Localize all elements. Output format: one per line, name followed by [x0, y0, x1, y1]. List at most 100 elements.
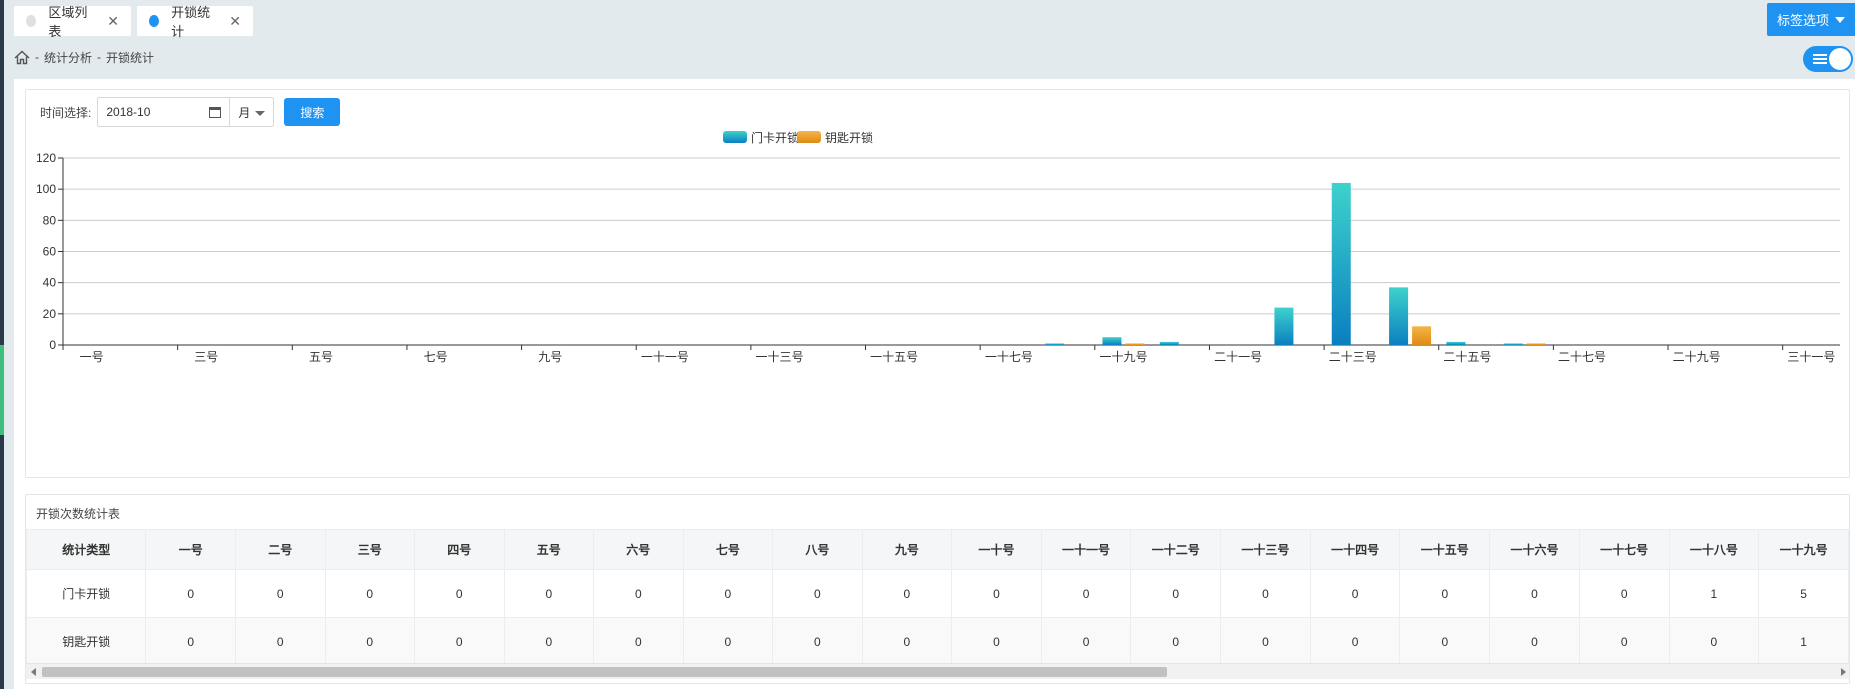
search-label: 搜索	[300, 105, 325, 120]
table-header-day: 一十号	[951, 529, 1042, 570]
x-tick-label: 二十一号	[1214, 350, 1262, 364]
stats-table-card: 开锁次数统计表 统计类型 一号 二号 三号 四号 五号 六号 七号 八号 九号 一十号 一十一号 一十…	[25, 494, 1850, 684]
date-input[interactable]: 2018-10	[97, 97, 230, 127]
x-tick-label: 二十九号	[1673, 350, 1721, 364]
time-select-label: 时间选择:	[40, 105, 92, 120]
tab-unlock-stats[interactable]: 开锁统计 ✕	[137, 5, 253, 39]
close-icon[interactable]: ✕	[107, 14, 119, 28]
date-value: 2018-10	[106, 105, 151, 119]
calendar-icon[interactable]	[209, 107, 222, 118]
table-header-day: 一十四号	[1309, 529, 1401, 570]
bar-card-26[interactable]	[1503, 343, 1523, 345]
legend-swatch[interactable]	[723, 131, 747, 143]
bar-key-19[interactable]	[1125, 343, 1145, 345]
caret-down-icon	[255, 111, 266, 116]
table-header-day: 一十六号	[1489, 529, 1580, 570]
table-header-day: 一十五号	[1399, 529, 1491, 570]
legend-label[interactable]: 门卡开锁	[751, 130, 799, 145]
x-tick-label: 五号	[309, 350, 333, 364]
tab-bar: 区域列表 ✕ 开锁统计 ✕ 标签选项	[0, 0, 1855, 40]
table-cell-value: 0	[324, 569, 416, 618]
y-tick-label: 40	[43, 276, 57, 290]
table-header-day: 一十二号	[1130, 529, 1222, 570]
table-cell-value: 0	[234, 617, 326, 666]
stats-table: 统计类型 一号 二号 三号 四号 五号 六号 七号 八号 九号 一十号 一十一号 一十二号 一十三号 一十…	[26, 529, 1849, 666]
y-axis-ticks: 0 20 40 60 80 100 120	[36, 151, 64, 352]
menu-icon	[1813, 54, 1827, 64]
tab-label: 开锁统计	[171, 5, 211, 39]
table-cell-value: 0	[1040, 617, 1132, 666]
table-header-day: 一十七号	[1578, 529, 1670, 570]
x-tick-label: 一号	[80, 350, 104, 364]
table-header-type: 统计类型	[26, 529, 147, 570]
table-cell-value: 0	[682, 569, 774, 618]
table-cell-value: 0	[503, 617, 595, 666]
left-nav-strip-active	[0, 345, 4, 435]
table-cell-value: 0	[1220, 617, 1311, 666]
table-cell-value: 0	[1309, 617, 1401, 666]
table-title: 开锁次数统计表	[36, 507, 121, 521]
x-tick-label: 二十五号	[1443, 350, 1491, 364]
table-cell-value: 0	[1399, 617, 1491, 666]
table-cell-value: 0	[324, 617, 416, 666]
close-icon[interactable]: ✕	[229, 14, 241, 28]
legend-swatch[interactable]	[797, 131, 821, 143]
table-header-day: 三号	[324, 529, 416, 570]
y-tick-label: 80	[43, 213, 57, 227]
table-cell-type: 钥匙开锁	[26, 617, 147, 666]
y-tick-label: 120	[36, 151, 56, 165]
table-cell-value: 0	[1578, 617, 1670, 666]
search-button[interactable]: 搜索	[284, 98, 341, 126]
chart-bars	[1045, 182, 1546, 345]
table-cell-value: 5	[1758, 569, 1849, 618]
breadcrumb: - 统计分析 - 开锁统计	[14, 48, 154, 66]
sidebar-toggle-switch[interactable]	[1803, 46, 1853, 72]
filter-row: 时间选择: 2018-10 月 搜索	[40, 97, 341, 127]
toggle-knob	[1829, 48, 1851, 70]
table-header-day: 一十八号	[1668, 529, 1760, 570]
scrollbar-thumb[interactable]	[42, 667, 1167, 677]
table-cell-value: 0	[1309, 569, 1401, 618]
table-cell-value: 1	[1668, 569, 1760, 618]
bar-key-26[interactable]	[1526, 343, 1546, 345]
x-tick-label: 一十九号	[1099, 350, 1147, 364]
x-tick-label: 七号	[424, 350, 448, 364]
bar-card-24[interactable]	[1389, 287, 1409, 345]
tab-area-list[interactable]: 区域列表 ✕	[14, 5, 131, 39]
table-cell-value: 0	[414, 569, 505, 618]
breadcrumb-item-stats[interactable]: 统计分析	[44, 49, 92, 66]
legend-label[interactable]: 钥匙开锁	[825, 130, 873, 145]
table-header-day: 四号	[414, 529, 505, 570]
caret-down-icon	[1835, 16, 1845, 23]
bar-card-20[interactable]	[1159, 341, 1179, 345]
table-cell-value: 0	[1220, 569, 1311, 618]
home-icon[interactable]	[14, 50, 30, 65]
horizontal-scrollbar[interactable]	[26, 663, 1849, 679]
x-tick-label: 二十七号	[1558, 350, 1606, 364]
tag-options-label: 标签选项	[1776, 13, 1829, 28]
bar-card-25[interactable]	[1446, 341, 1466, 345]
table-cell-type: 门卡开锁	[26, 569, 147, 618]
x-tick-label: 九号	[538, 350, 562, 364]
table-header-day: 五号	[503, 529, 595, 570]
scroll-left-icon[interactable]	[31, 668, 36, 676]
table-cell-value: 0	[414, 617, 505, 666]
breadcrumb-separator: -	[97, 50, 102, 64]
table-cell-value: 0	[1130, 569, 1222, 618]
chart-legend: 门卡开锁 钥匙开锁	[723, 130, 873, 145]
table-header-day: 一十三号	[1220, 529, 1311, 570]
tag-options-button[interactable]: 标签选项	[1767, 3, 1855, 36]
table-header-day: 六号	[593, 529, 684, 570]
table-cell-value: 0	[1040, 569, 1132, 618]
bar-card-18[interactable]	[1045, 343, 1065, 345]
table-cell-value: 0	[861, 569, 953, 618]
period-select[interactable]: 月	[229, 97, 275, 127]
y-tick-label: 0	[49, 338, 56, 352]
scroll-right-icon[interactable]	[1841, 668, 1846, 676]
x-tick-label: 三十一号	[1787, 350, 1835, 364]
bar-card-19[interactable]	[1102, 337, 1122, 345]
bar-key-24[interactable]	[1412, 326, 1432, 345]
bar-card-23[interactable]	[1331, 182, 1351, 345]
bar-card-22[interactable]	[1274, 307, 1294, 345]
table-header-day: 一十九号	[1758, 529, 1849, 570]
